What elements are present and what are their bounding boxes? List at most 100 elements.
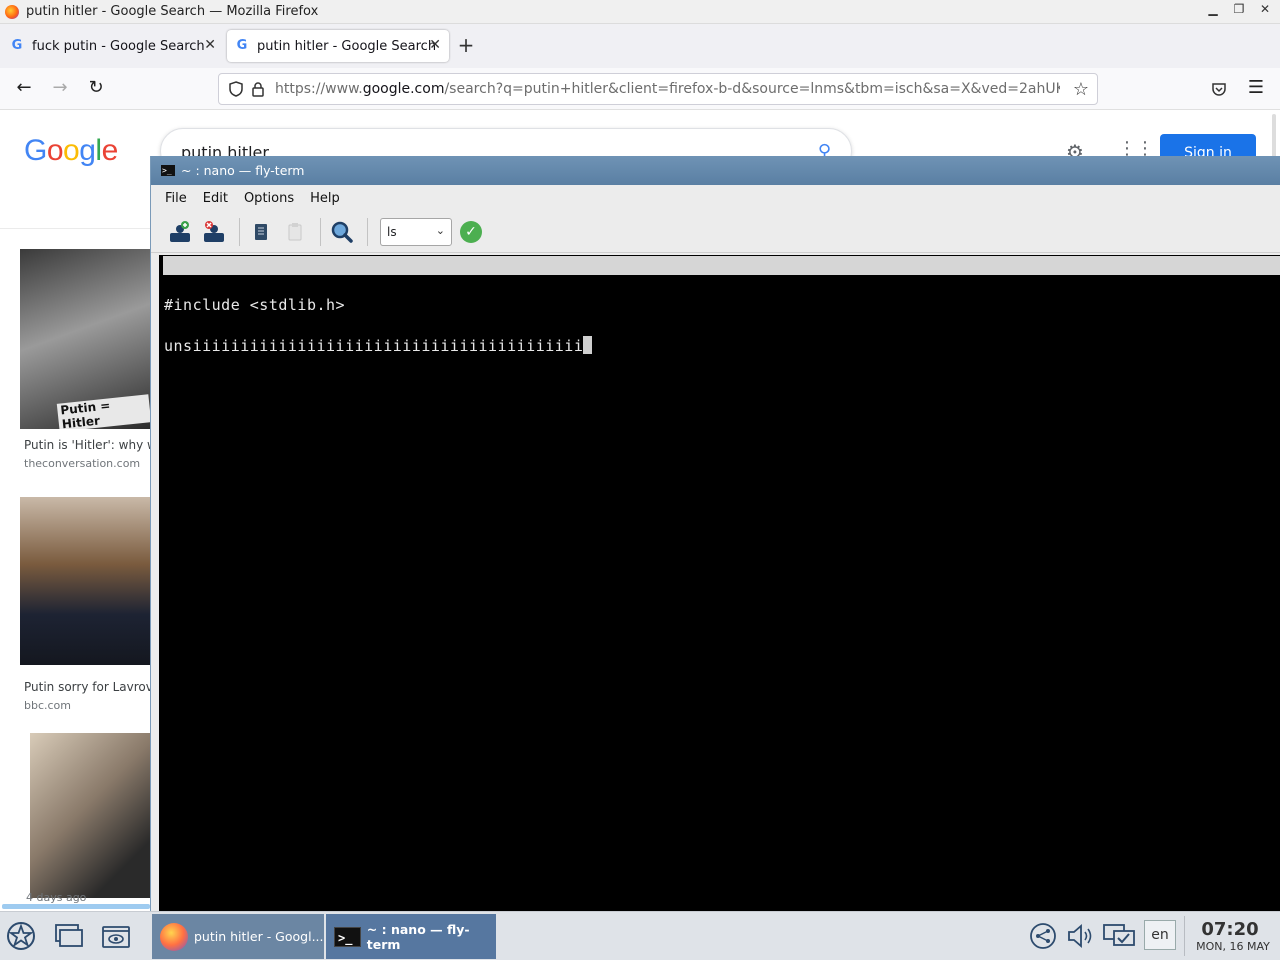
menu-help[interactable]: Help xyxy=(302,191,348,206)
terminal-window: >_ ~ : nano — fly-term File Edit Options… xyxy=(150,156,1280,911)
terminal-screen[interactable]: GNU nano 2.7.4 New Buffer #include <stdl… xyxy=(159,255,1280,911)
toolbar-separator xyxy=(320,217,321,246)
firefox-logo-icon xyxy=(5,4,19,19)
terminal-icon: >_ xyxy=(334,926,361,947)
google-favicon-icon: G xyxy=(236,38,248,53)
shield-icon[interactable] xyxy=(229,81,243,97)
google-favicon-icon: G xyxy=(11,38,23,53)
firefox-icon xyxy=(160,922,188,951)
task-label: putin hitler - Googl... xyxy=(194,929,324,944)
logo-letter: o xyxy=(63,134,80,167)
nano-line-2: unsiiiiiiiiiiiiiiiiiiiiiiiiiiiiiiiiiiiii… xyxy=(164,336,593,355)
copy-button[interactable] xyxy=(246,217,276,247)
display-button[interactable] xyxy=(1102,920,1136,952)
command-select-value: ls xyxy=(387,224,397,239)
back-arrow-icon[interactable]: ← xyxy=(12,77,36,101)
logo-letter: g xyxy=(79,134,96,167)
result-source: theconversation.com xyxy=(24,457,141,470)
logo-letter: e xyxy=(101,134,119,167)
speaker-icon xyxy=(1068,924,1092,948)
folder-eye-icon xyxy=(102,926,130,948)
monitor-check-icon xyxy=(1103,924,1135,946)
nano-version: GNU nano 2.7.4 xyxy=(183,275,310,293)
result-time: 4 days ago xyxy=(26,891,87,904)
toolbar-separator xyxy=(367,217,368,246)
file-manager-button[interactable] xyxy=(99,920,133,952)
tab-label: putin hitler - Google Search xyxy=(257,38,437,54)
result-title[interactable]: Putin is 'Hitler': why we xyxy=(24,438,164,452)
task-firefox[interactable]: putin hitler - Googl... xyxy=(152,914,324,959)
result-title[interactable]: Putin sorry for Lavrov's xyxy=(24,680,162,694)
keyboard-layout-indicator[interactable]: en xyxy=(1144,920,1176,950)
toolbar-separator xyxy=(239,217,240,246)
nano-header-bar: GNU nano 2.7.4 New Buffer xyxy=(163,256,1280,312)
chevron-down-icon: ⌄ xyxy=(435,223,445,237)
show-windows-button[interactable] xyxy=(52,920,86,952)
bookmark-star-icon[interactable]: ☆ xyxy=(1073,79,1089,100)
close-tab-icon[interactable]: ✕ xyxy=(204,37,216,53)
tab-fuck-putin[interactable]: G fuck putin - Google Search ✕ xyxy=(2,30,224,62)
url-bar[interactable]: https://www.google.com/search?q=putin+hi… xyxy=(218,73,1098,105)
close-tab-icon[interactable]: ✕ xyxy=(429,37,441,53)
result-image[interactable] xyxy=(20,497,150,665)
nano-buffer-name: New Buffer xyxy=(753,294,844,312)
close-tab-button[interactable] xyxy=(199,217,229,247)
task-terminal[interactable]: >_ ~ : nano — fly-term xyxy=(326,914,496,959)
network-icon xyxy=(1030,923,1056,949)
menu-edit[interactable]: Edit xyxy=(195,191,236,206)
run-command-button[interactable]: ✓ xyxy=(460,220,482,243)
menu-file[interactable]: File xyxy=(157,191,195,206)
hamburger-menu-icon[interactable]: ☰ xyxy=(1244,77,1268,101)
user-add-icon xyxy=(170,220,190,242)
divider xyxy=(1184,916,1185,956)
logo-letter: o xyxy=(46,134,64,167)
restore-icon[interactable]: ❐ xyxy=(1229,2,1249,16)
firefox-titlebar: putin hitler - Google Search — Mozilla F… xyxy=(0,0,1280,24)
terminal-title: ~ : nano — fly-term xyxy=(181,163,305,178)
window-title: putin hitler - Google Search — Mozilla F… xyxy=(26,4,319,19)
taskbar: putin hitler - Googl... >_ ~ : nano — fl… xyxy=(0,911,1280,960)
tab-label: fuck putin - Google Search xyxy=(32,38,205,54)
tab-strip: G fuck putin - Google Search ✕ G putin h… xyxy=(0,24,1280,68)
image-caption: Putin = Hitler xyxy=(56,394,150,429)
close-window-icon[interactable]: ✕ xyxy=(1255,2,1275,16)
result-image[interactable] xyxy=(30,733,150,898)
volume-button[interactable] xyxy=(1064,920,1098,952)
forward-arrow-icon[interactable]: → xyxy=(48,77,72,101)
terminal-icon: >_ xyxy=(161,165,175,176)
nano-line-1: #include <stdlib.h> xyxy=(164,296,346,314)
star-menu-icon xyxy=(7,922,35,950)
start-menu-button[interactable] xyxy=(4,920,38,952)
new-tab-button[interactable] xyxy=(165,217,195,247)
url-text[interactable]: https://www.google.com/search?q=putin+hi… xyxy=(275,81,1060,97)
paste-icon xyxy=(288,222,302,240)
find-button[interactable] xyxy=(327,217,357,247)
minimize-icon[interactable]: ▁ xyxy=(1203,2,1223,16)
terminal-toolbar: ls ⌄ ✓ xyxy=(151,211,1280,253)
new-tab-button[interactable]: + xyxy=(452,32,480,60)
text-cursor xyxy=(583,336,593,354)
result-image[interactable]: Putin = Hitler xyxy=(20,249,150,429)
copy-icon xyxy=(255,223,267,240)
nano-line-2-text: unsiiiiiiiiiiiiiiiiiiiiiiiiiiiiiiiiiiiii… xyxy=(164,337,584,355)
terminal-menubar: File Edit Options Help xyxy=(151,185,1280,211)
google-logo[interactable]: Google xyxy=(24,134,118,168)
task-label: ~ : nano — fly-term xyxy=(366,921,470,952)
reload-icon[interactable]: ↻ xyxy=(84,77,108,101)
magnifier-icon xyxy=(331,221,353,243)
pocket-icon[interactable] xyxy=(1211,81,1227,97)
command-select[interactable]: ls ⌄ xyxy=(380,217,452,246)
windows-icon xyxy=(55,924,83,947)
logo-letter: G xyxy=(24,134,47,167)
menu-options[interactable]: Options xyxy=(236,191,302,206)
terminal-titlebar[interactable]: >_ ~ : nano — fly-term xyxy=(151,156,1280,185)
lock-icon[interactable] xyxy=(251,81,265,97)
network-button[interactable] xyxy=(1026,920,1060,952)
clock-time[interactable]: 07:20 xyxy=(1200,919,1260,940)
clock-date: MON, 16 MAY xyxy=(1196,940,1270,953)
user-remove-icon xyxy=(204,220,224,242)
tab-putin-hitler[interactable]: G putin hitler - Google Search ✕ xyxy=(227,30,449,62)
navigation-toolbar: ← → ↻ https://www.google.com/search?q=pu… xyxy=(0,68,1280,110)
paste-button[interactable] xyxy=(280,217,310,247)
result-source: bbc.com xyxy=(24,699,72,712)
